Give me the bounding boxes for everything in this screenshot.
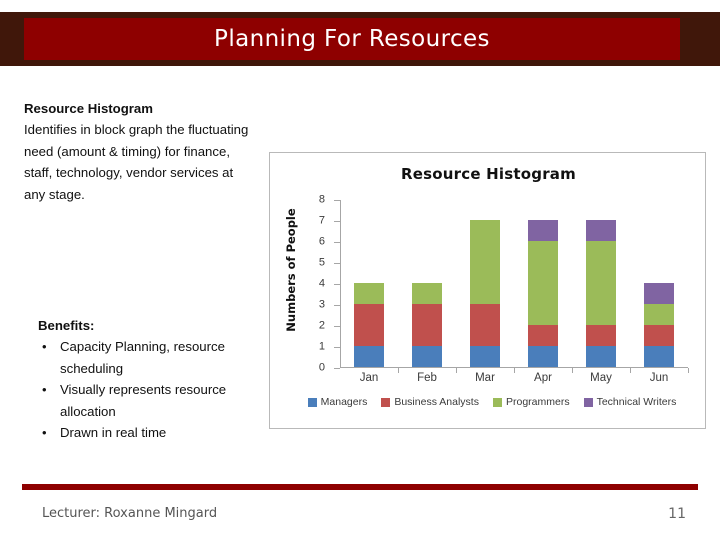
chart-bar bbox=[470, 220, 500, 367]
chart-bar-segment bbox=[586, 325, 616, 346]
chart-y-tick-label: 4 bbox=[318, 277, 325, 290]
chart-title: Resource Histogram bbox=[401, 165, 576, 183]
footer-lecturer: Lecturer: Roxanne Mingard bbox=[42, 506, 218, 521]
chart-y-tick-label: 7 bbox=[318, 214, 325, 227]
chart-legend-item: Managers bbox=[307, 396, 368, 408]
chart-y-tick: 4 bbox=[319, 278, 340, 289]
bullet-icon: • bbox=[42, 339, 47, 355]
chart-bar-segment bbox=[412, 346, 442, 367]
chart-bar-segment bbox=[470, 304, 500, 346]
chart-x-tick bbox=[572, 368, 573, 373]
list-item: • Capacity Planning, resource scheduling bbox=[38, 336, 258, 379]
chart-legend: Managers Business Analysts Programmers Tech… bbox=[292, 396, 692, 408]
chart-legend-item: Technical Writers bbox=[583, 396, 677, 408]
bullet-icon: • bbox=[42, 382, 47, 398]
chart-x-tick-label: Apr bbox=[534, 372, 552, 384]
chart-bar-segment bbox=[470, 346, 500, 367]
chart-legend-swatch bbox=[381, 397, 391, 407]
chart-bar-segment bbox=[644, 346, 674, 367]
chart-x-tick bbox=[630, 368, 631, 373]
chart-bar-segment bbox=[354, 304, 384, 346]
chart-bar bbox=[586, 220, 616, 367]
chart-bar bbox=[354, 283, 384, 367]
chart-legend-swatch bbox=[307, 397, 317, 407]
benefits-block: Benefits: • Capacity Planning, resource … bbox=[38, 315, 258, 443]
chart-bar-segment bbox=[528, 346, 558, 367]
list-item-label: Visually represents resource allocation bbox=[60, 382, 227, 419]
chart-x-tick-label: Mar bbox=[475, 372, 495, 384]
chart-legend-label: Programmers bbox=[505, 396, 570, 408]
chart-legend-item: Business Analysts bbox=[381, 396, 479, 408]
chart-plot-area: 0 1 2 3 4 5 6 7 8 Jan Feb Mar Apr May Jun bbox=[319, 194, 689, 384]
chart-legend-swatch bbox=[583, 397, 593, 407]
chart-x-tick bbox=[688, 368, 689, 373]
chart-y-tick-label: 8 bbox=[318, 193, 325, 206]
resource-histogram-heading: Resource Histogram bbox=[24, 101, 153, 116]
chart-y-tick: 3 bbox=[319, 299, 340, 310]
chart-bar-segment bbox=[354, 346, 384, 367]
chart-y-tick: 6 bbox=[319, 236, 340, 247]
chart-bar-segment bbox=[412, 304, 442, 346]
chart-y-tick-label: 0 bbox=[318, 361, 325, 374]
benefits-list: • Capacity Planning, resource scheduling… bbox=[38, 336, 258, 443]
chart-x-tick-label: Feb bbox=[417, 372, 437, 384]
chart-bar-segment bbox=[528, 325, 558, 346]
chart-y-tick-label: 3 bbox=[318, 298, 325, 311]
chart-y-tick: 1 bbox=[319, 341, 340, 352]
chart-bar-segment bbox=[644, 304, 674, 325]
slide-title-banner: Planning For Resources bbox=[0, 12, 720, 66]
chart-bar-segment bbox=[412, 283, 442, 304]
chart-y-axis-label: Numbers of People bbox=[284, 208, 298, 332]
benefits-label: Benefits: bbox=[38, 318, 95, 333]
chart-legend-label: Technical Writers bbox=[596, 396, 677, 408]
chart-bar-segment bbox=[528, 220, 558, 241]
chart-y-tick: 8 bbox=[319, 194, 340, 205]
chart-x-tick bbox=[398, 368, 399, 373]
chart-bar-segment bbox=[586, 346, 616, 367]
chart-x-tick-label: Jun bbox=[649, 372, 669, 384]
resource-histogram-description: Identifies in block graph the fluctuatin… bbox=[24, 122, 249, 202]
chart-bar-segment bbox=[528, 241, 558, 325]
list-item-label: Drawn in real time bbox=[60, 424, 167, 440]
resource-histogram-chart: Resource Histogram Numbers of People 0 1 2… bbox=[269, 152, 706, 429]
footer-divider bbox=[22, 484, 698, 490]
list-item: • Drawn in real time bbox=[38, 422, 258, 443]
bullet-icon: • bbox=[42, 424, 47, 440]
chart-bar-segment bbox=[354, 283, 384, 304]
chart-y-tick: 0 bbox=[319, 362, 340, 373]
chart-bar bbox=[644, 283, 674, 367]
chart-bar bbox=[528, 220, 558, 367]
chart-x-tick-label: Jan bbox=[359, 372, 379, 384]
chart-y-tick: 5 bbox=[319, 257, 340, 268]
chart-legend-label: Business Analysts bbox=[394, 396, 479, 408]
chart-y-tick-label: 6 bbox=[318, 235, 325, 248]
chart-x-tick-label: May bbox=[590, 372, 612, 384]
chart-bar-segment bbox=[644, 325, 674, 346]
chart-y-axis-line bbox=[340, 200, 341, 368]
list-item: • Visually represents resource allocatio… bbox=[38, 379, 258, 422]
page-title: Planning For Resources bbox=[214, 26, 490, 52]
chart-x-tick bbox=[514, 368, 515, 373]
chart-legend-swatch bbox=[492, 397, 502, 407]
chart-legend-item: Programmers bbox=[492, 396, 570, 408]
slide-title-banner-inner: Planning For Resources bbox=[24, 18, 680, 60]
chart-y-tick-label: 2 bbox=[318, 319, 325, 332]
left-text-column: Resource Histogram Identifies in block g… bbox=[24, 98, 252, 205]
chart-x-tick bbox=[456, 368, 457, 373]
chart-bar-segment bbox=[470, 220, 500, 304]
page-number: 11 bbox=[668, 506, 686, 522]
chart-y-tick-label: 1 bbox=[318, 340, 325, 353]
chart-bar bbox=[412, 283, 442, 367]
chart-bar-segment bbox=[586, 241, 616, 325]
chart-y-tick-label: 5 bbox=[318, 256, 325, 269]
chart-bar-segment bbox=[644, 283, 674, 304]
list-item-label: Capacity Planning, resource scheduling bbox=[60, 339, 225, 376]
chart-y-tick: 7 bbox=[319, 215, 340, 226]
chart-y-tick: 2 bbox=[319, 320, 340, 331]
chart-bar-segment bbox=[586, 220, 616, 241]
chart-legend-label: Managers bbox=[320, 396, 368, 408]
